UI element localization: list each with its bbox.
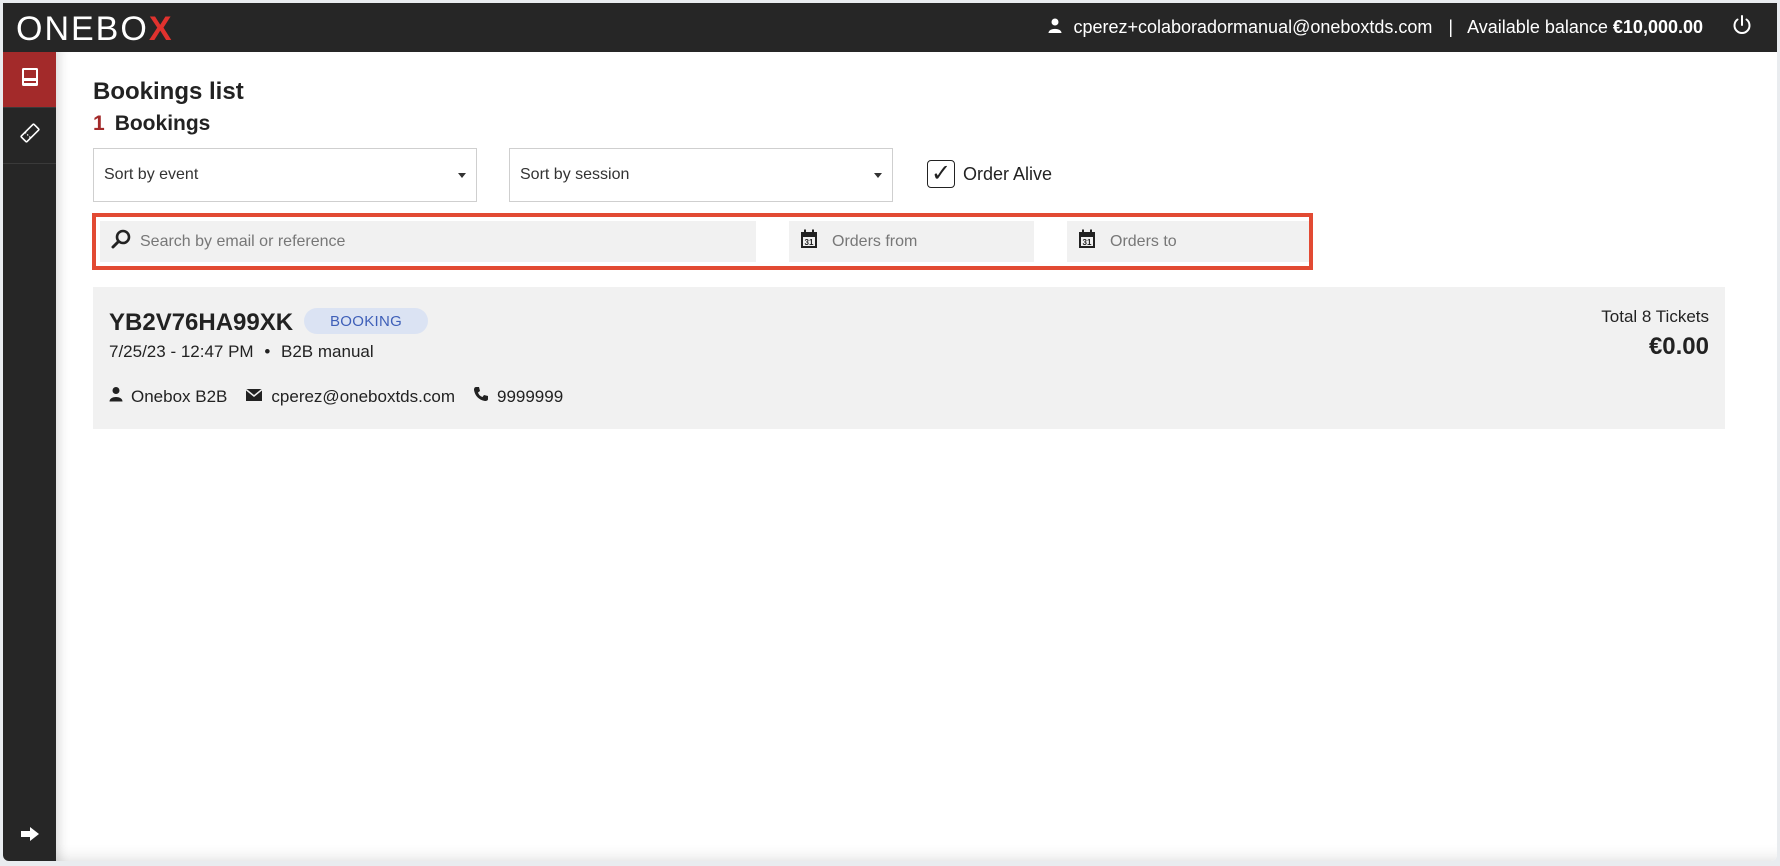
search-filters-highlight: Search by email or reference 31 Orders f…: [92, 213, 1313, 270]
onebox-logo[interactable]: ONEBOX: [16, 12, 174, 46]
sidebar-item-bookings[interactable]: [3, 52, 56, 108]
bookings-icon: [21, 67, 39, 92]
ticket-icon: [19, 122, 41, 149]
svg-text:31: 31: [805, 238, 814, 247]
orders-from-field[interactable]: 31 Orders from: [789, 221, 1034, 262]
logo-accent: X: [148, 10, 174, 48]
balance-value: €10,000.00: [1612, 17, 1703, 37]
orders-to-placeholder: Orders to: [1110, 232, 1177, 250]
chevron-down-icon: [874, 173, 882, 178]
checkmark-icon: ✓: [930, 160, 952, 187]
window-frame: ONEBOX cperez+colaboradormanual@oneboxtd…: [0, 0, 1780, 866]
booking-reference: YB2V76HA99XK: [109, 309, 294, 336]
user-icon: [1047, 17, 1063, 38]
collapse-sidebar-button[interactable]: [3, 826, 56, 847]
contact-phone: 9999999: [473, 386, 563, 407]
app-window: ONEBOX cperez+colaboradormanual@oneboxtd…: [3, 3, 1777, 861]
bookings-count: 1 Bookings: [93, 112, 210, 136]
search-placeholder: Search by email or reference: [140, 232, 346, 250]
contact-client: Onebox B2B: [109, 386, 227, 407]
order-alive-checkbox[interactable]: ✓: [927, 160, 955, 188]
separator: |: [1448, 17, 1454, 37]
sort-by-session-select[interactable]: Sort by session: [509, 148, 893, 202]
page-title: Bookings list: [93, 78, 244, 105]
calendar-icon: 31: [1078, 229, 1096, 254]
bullet-separator: •: [264, 342, 271, 361]
sidebar: [3, 52, 56, 861]
sidebar-item-tickets[interactable]: [3, 108, 56, 164]
account-area: cperez+colaboradormanual@oneboxtds.com |…: [1047, 3, 1753, 52]
balance-label: Available balance: [1467, 17, 1608, 37]
balance: Available balance €10,000.00: [1467, 17, 1703, 38]
booking-card[interactable]: YB2V76HA99XK BOOKING 7/25/23 - 12:47 PM …: [93, 287, 1725, 429]
booking-meta: 7/25/23 - 12:47 PM • B2B manual: [109, 342, 374, 362]
sort-by-event-select[interactable]: Sort by event: [93, 148, 477, 202]
orders-from-placeholder: Orders from: [832, 232, 918, 250]
order-alive-toggle[interactable]: ✓ Order Alive: [927, 159, 1052, 189]
status-badge: BOOKING: [304, 308, 429, 334]
contact-email: cperez@oneboxtds.com: [245, 387, 455, 407]
booking-datetime: 7/25/23 - 12:47 PM: [109, 342, 254, 361]
top-bar: ONEBOX cperez+colaboradormanual@oneboxtd…: [3, 3, 1777, 52]
svg-text:31: 31: [1083, 238, 1092, 247]
user-email: cperez+colaboradormanual@oneboxtds.com: [1073, 17, 1433, 37]
phone-icon: [473, 386, 489, 407]
user-icon: [109, 386, 123, 407]
envelope-icon: [245, 387, 263, 407]
search-icon: [110, 228, 132, 255]
main-content: Bookings list 1 Bookings Sort by event So…: [56, 52, 1777, 861]
sort-by-event-label: Sort by event: [104, 166, 199, 183]
power-icon[interactable]: [1713, 14, 1753, 41]
logo-text: ONEBO: [16, 10, 149, 48]
search-input[interactable]: Search by email or reference: [100, 221, 756, 262]
booking-channel: B2B manual: [281, 342, 374, 361]
booking-contacts: Onebox B2B cperez@oneboxtds.com 9999999: [109, 386, 581, 407]
bookings-count-label: Bookings: [114, 112, 211, 135]
client-name: Onebox B2B: [131, 386, 228, 406]
client-phone: 9999999: [496, 386, 564, 406]
orders-to-field[interactable]: 31 Orders to: [1067, 221, 1309, 262]
chevron-down-icon: [458, 173, 466, 178]
calendar-icon: 31: [800, 229, 818, 254]
arrow-right-icon: [20, 826, 40, 847]
bookings-count-number: 1: [93, 112, 105, 135]
sort-by-session-label: Sort by session: [520, 166, 630, 183]
booking-total: Total 8 Tickets €0.00: [1601, 307, 1709, 361]
order-alive-label: Order Alive: [963, 163, 1053, 184]
client-email: cperez@oneboxtds.com: [271, 386, 455, 406]
total-tickets-label: Total 8 Tickets: [1601, 307, 1709, 326]
total-amount: €0.00: [1648, 333, 1709, 360]
